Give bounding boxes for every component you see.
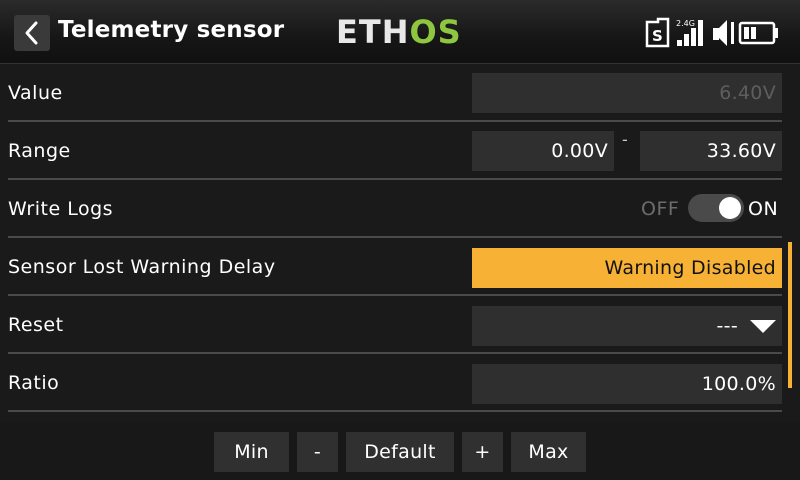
footer-toolbar: Min - Default + Max — [0, 422, 800, 480]
value-label: Value — [8, 82, 63, 104]
ratio-field[interactable]: 100.0% — [472, 364, 782, 404]
reset-value: --- — [716, 315, 738, 337]
header-bar: Telemetry sensor ETHOS S 2.4G — [0, 0, 800, 64]
sensor-lost-field[interactable]: Warning Disabled — [472, 248, 782, 288]
svg-text:2.4G: 2.4G — [676, 19, 695, 28]
reset-label: Reset — [8, 314, 64, 336]
signal-icon: 2.4G — [676, 19, 703, 46]
row-range: Range 0.00V - 33.60V — [0, 122, 782, 180]
toggle-off-label: OFF — [641, 198, 680, 220]
increment-button[interactable]: + — [462, 432, 503, 472]
back-icon — [25, 21, 38, 45]
value-field: 6.40V — [472, 73, 782, 113]
row-value: Value 6.40V — [0, 64, 782, 122]
max-button[interactable]: Max — [511, 432, 586, 472]
toggle-knob — [719, 197, 741, 219]
row-write-logs: Write Logs OFF ON — [0, 180, 782, 238]
write-logs-toggle[interactable] — [688, 194, 744, 222]
decrement-button[interactable]: - — [297, 432, 338, 472]
sensor-lost-label: Sensor Lost Warning Delay — [8, 256, 276, 278]
range-max-field[interactable]: 33.60V — [640, 131, 782, 171]
write-logs-label: Write Logs — [8, 198, 114, 220]
range-separator: - — [622, 130, 628, 149]
range-label: Range — [8, 140, 71, 162]
row-reset: Reset --- — [0, 296, 782, 354]
sd-card-icon: S — [645, 17, 670, 48]
page-title: Telemetry sensor — [58, 17, 285, 43]
scrollbar[interactable] — [788, 242, 792, 388]
min-button[interactable]: Min — [214, 432, 289, 472]
back-button[interactable] — [14, 15, 50, 51]
ethos-logo: ETHOS — [336, 13, 462, 51]
speaker-icon — [713, 20, 734, 46]
reset-dropdown[interactable]: --- — [472, 306, 782, 346]
ratio-label: Ratio — [8, 372, 60, 394]
svg-text:S: S — [652, 27, 663, 45]
battery-icon — [738, 21, 778, 45]
status-icons: S 2.4G — [644, 16, 784, 50]
toggle-on-label: ON — [748, 198, 779, 220]
row-sensor-lost-warning-delay: Sensor Lost Warning Delay Warning Disabl… — [0, 238, 782, 296]
range-min-field[interactable]: 0.00V — [472, 131, 614, 171]
default-button[interactable]: Default — [346, 432, 454, 472]
settings-list: Value 6.40V Range 0.00V - 33.60V Write L… — [0, 64, 800, 422]
row-ratio: Ratio 100.0% — [0, 354, 782, 412]
chevron-down-icon — [750, 320, 776, 333]
